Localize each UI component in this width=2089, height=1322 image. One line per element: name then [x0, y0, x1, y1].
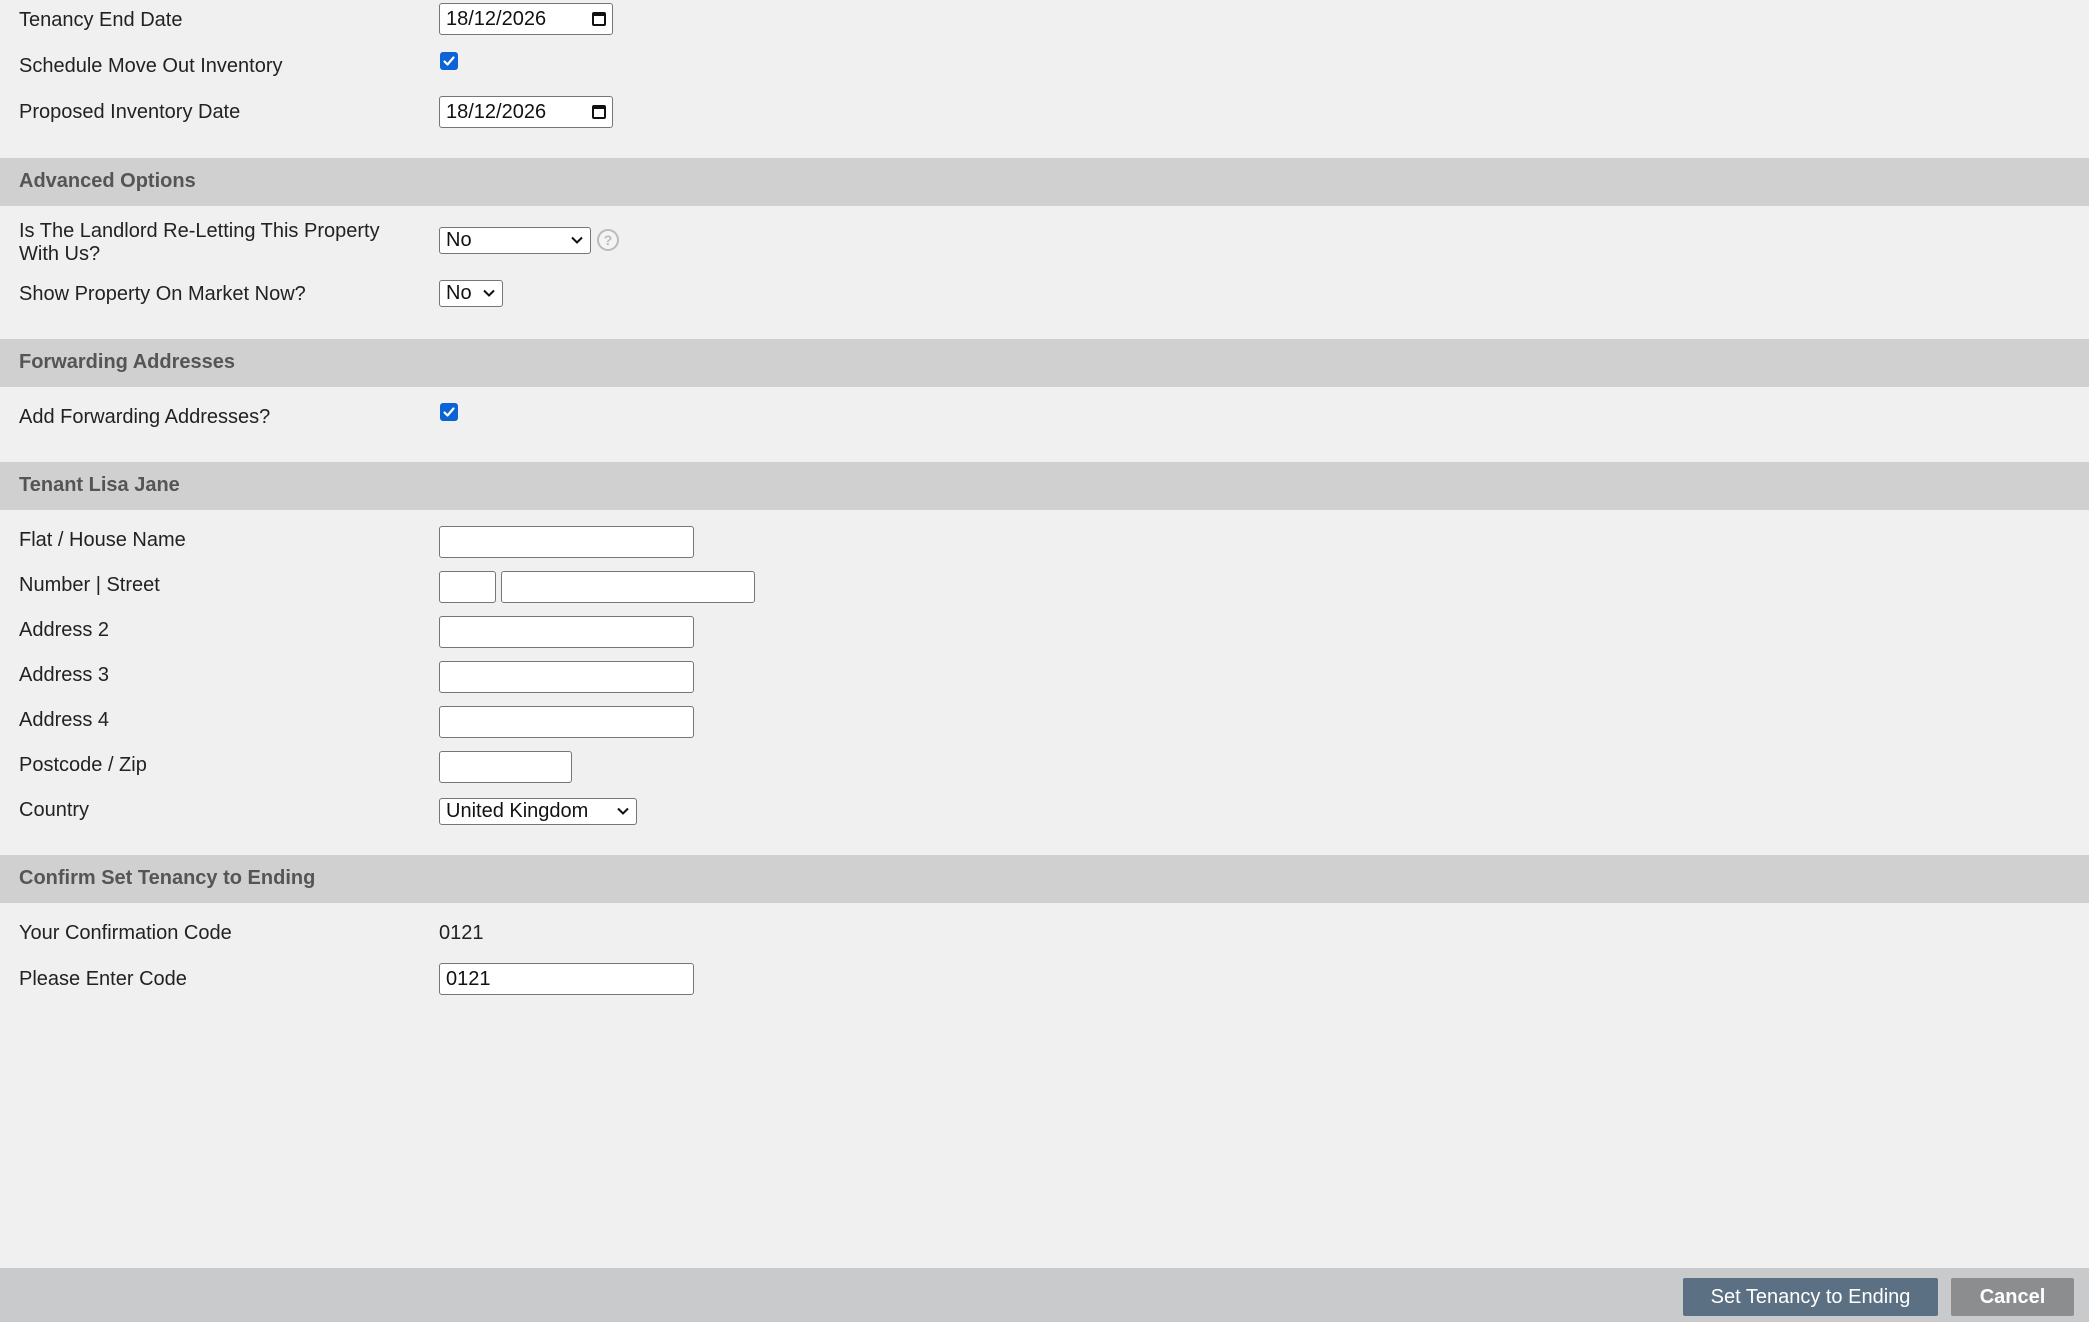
tenancy-end-date-label: Tenancy End Date: [19, 9, 183, 31]
market-label: Show Property On Market Now?: [19, 283, 306, 305]
reletting-select-value: No: [446, 229, 472, 251]
tenancy-end-date-value: 18/12/2026: [446, 7, 547, 30]
address4-label: Address 4: [19, 709, 110, 731]
forwarding-addresses-header: Forwarding Addresses: [0, 339, 2089, 387]
reletting-label-line1: Is The Landlord Re-Letting This Property: [19, 220, 380, 242]
street-input[interactable]: [501, 571, 755, 603]
chevron-down-icon: [571, 236, 583, 244]
inventory-date-value: 18/12/2026: [446, 100, 547, 123]
calendar-icon[interactable]: [592, 105, 606, 119]
calendar-icon[interactable]: [592, 12, 606, 26]
flat-house-name-input[interactable]: [439, 526, 694, 558]
flat-house-name-label: Flat / House Name: [19, 529, 186, 551]
set-tenancy-ending-button[interactable]: Set Tenancy to Ending: [1683, 1278, 1938, 1316]
schedule-inventory-checkbox[interactable]: [440, 52, 458, 70]
address3-label: Address 3: [19, 664, 110, 686]
country-select-value: United Kingdom: [446, 800, 589, 822]
chevron-down-icon: [483, 289, 495, 297]
postcode-label: Postcode / Zip: [19, 754, 147, 776]
address4-input[interactable]: [439, 706, 694, 738]
tenant-header: Tenant Lisa Jane: [0, 462, 2089, 510]
inventory-date-label: Proposed Inventory Date: [19, 101, 241, 123]
schedule-inventory-label: Schedule Move Out Inventory: [19, 55, 283, 77]
enter-code-input[interactable]: 0121: [439, 963, 694, 995]
checkmark-icon: [443, 407, 455, 417]
number-input[interactable]: [439, 571, 496, 603]
postcode-input[interactable]: [439, 751, 572, 783]
reletting-select[interactable]: No: [439, 227, 591, 254]
country-label: Country: [19, 799, 90, 821]
add-forwarding-checkbox[interactable]: [440, 403, 458, 421]
reletting-label-line2: With Us?: [19, 243, 101, 265]
confirmation-code-label: Your Confirmation Code: [19, 922, 232, 944]
address2-label: Address 2: [19, 619, 110, 641]
confirm-title: Confirm Set Tenancy to Ending: [19, 867, 316, 889]
market-select[interactable]: No: [439, 280, 503, 307]
enter-code-label: Please Enter Code: [19, 968, 187, 990]
checkmark-icon: [443, 56, 455, 66]
add-forwarding-label: Add Forwarding Addresses?: [19, 406, 271, 428]
market-select-value: No: [446, 282, 472, 304]
tenant-title: Tenant Lisa Jane: [19, 474, 180, 496]
reletting-label: Is The Landlord Re-Letting This Property…: [19, 220, 380, 266]
footer-bar: Set Tenancy to Ending Cancel: [0, 1268, 2089, 1322]
country-select[interactable]: United Kingdom: [439, 798, 637, 825]
tenancy-ending-form: Tenancy End Date 18/12/2026 Schedule Mov…: [0, 0, 2089, 1322]
confirmation-code-value: 0121: [439, 922, 484, 944]
advanced-options-header: Advanced Options: [0, 158, 2089, 206]
address2-input[interactable]: [439, 616, 694, 648]
tenancy-end-date-input[interactable]: 18/12/2026: [439, 3, 613, 35]
cancel-button[interactable]: Cancel: [1951, 1278, 2074, 1316]
inventory-date-input[interactable]: 18/12/2026: [439, 96, 613, 128]
advanced-options-title: Advanced Options: [19, 170, 196, 192]
address3-input[interactable]: [439, 661, 694, 693]
forwarding-addresses-title: Forwarding Addresses: [19, 351, 235, 373]
number-street-label: Number | Street: [19, 574, 160, 596]
confirm-header: Confirm Set Tenancy to Ending: [0, 855, 2089, 903]
help-icon[interactable]: ?: [597, 229, 619, 251]
chevron-down-icon: [617, 807, 629, 815]
